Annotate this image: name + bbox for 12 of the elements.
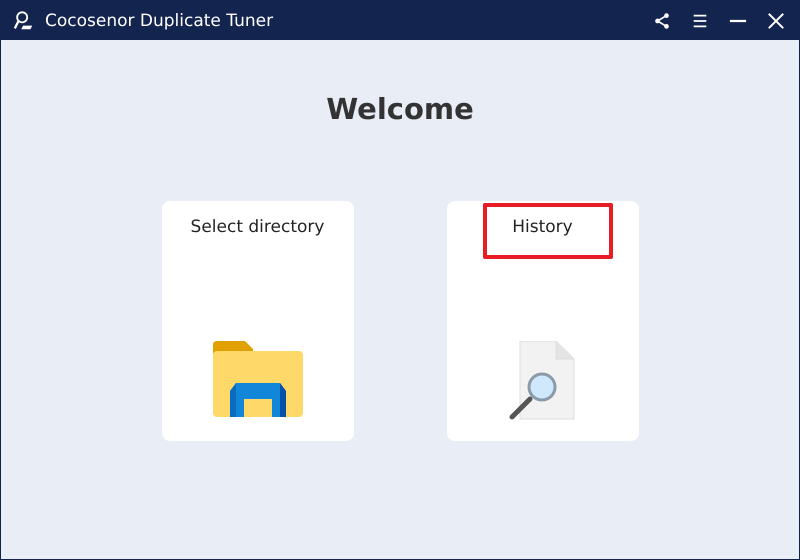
window-title: Cocosenor Duplicate Tuner [45, 10, 274, 30]
option-card[interactable]: History [446, 201, 638, 441]
share-icon[interactable] [653, 12, 671, 30]
card-label: History [512, 217, 573, 237]
minimize-icon[interactable] [729, 18, 747, 22]
menu-icon[interactable] [691, 12, 709, 30]
card-label: Select directory [190, 217, 324, 237]
magnifier-icon [13, 10, 35, 32]
option-card[interactable]: Select directory [162, 201, 354, 441]
welcome-heading: Welcome [326, 92, 474, 126]
document-search-icon [508, 341, 578, 421]
close-icon[interactable] [767, 12, 785, 30]
